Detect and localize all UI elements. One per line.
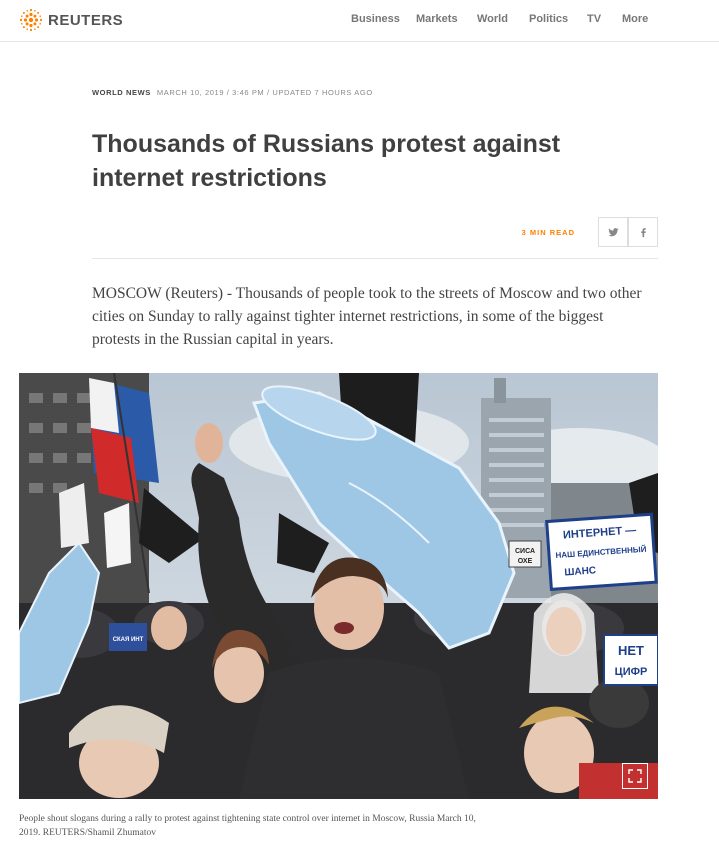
reuters-logo-icon xyxy=(19,8,43,32)
photo-caption: People shout slogans during a rally to p… xyxy=(19,814,476,838)
article-dateline: MARCH 10, 2019 / 3:46 PM / UPDATED 7 HOU… xyxy=(156,88,373,97)
section-link[interactable]: WORLD NEWS xyxy=(92,88,151,97)
sign-right-text-2: ЦИФР xyxy=(615,666,648,678)
nav-business[interactable]: Business xyxy=(351,13,400,25)
nav-politics[interactable]: Politics xyxy=(529,13,568,25)
twitter-icon xyxy=(607,227,619,236)
read-time: 3 MIN READ xyxy=(521,228,575,237)
top-navigation-bar: REUTERS Business Markets World Politics … xyxy=(0,0,719,42)
sign-small-text-3: ОХЕ xyxy=(518,558,533,565)
nav-world[interactable]: World xyxy=(477,13,508,25)
expand-icon xyxy=(628,769,642,783)
sign-text-3: ШАНС xyxy=(564,565,596,578)
sign-small-text-2: СИСА xyxy=(515,548,535,555)
article-photo[interactable]: ИНТЕРНЕТ — НАШ ЕДИНСТВЕННЫЙ ШАНС НЕТ ЦИФ… xyxy=(19,373,658,799)
nav-markets[interactable]: Markets xyxy=(416,13,458,25)
sign-small-text: СКАЯ ИНТ xyxy=(113,637,144,643)
article-lead-paragraph: MOSCOW (Reuters) - Thousands of people t… xyxy=(92,285,642,348)
read-share-row: 3 MIN READ xyxy=(92,216,658,248)
logo-wordmark: REUTERS xyxy=(48,11,124,29)
sign-right-text: НЕТ xyxy=(618,643,644,658)
share-facebook-button[interactable] xyxy=(628,217,658,247)
facebook-icon xyxy=(640,227,646,237)
nav-more[interactable]: More xyxy=(622,13,648,25)
nav-tv[interactable]: TV xyxy=(587,13,601,25)
protest-photo-illustration: ИНТЕРНЕТ — НАШ ЕДИНСТВЕННЫЙ ШАНС НЕТ ЦИФ… xyxy=(19,373,658,799)
article-meta: WORLD NEWS MARCH 10, 2019 / 3:46 PM / UPD… xyxy=(92,88,373,97)
share-twitter-button[interactable] xyxy=(598,217,628,247)
expand-photo-button[interactable] xyxy=(622,763,648,789)
article-title: Thousands of Russians protest against in… xyxy=(92,130,561,192)
reuters-logo[interactable]: REUTERS xyxy=(19,7,123,33)
divider xyxy=(92,258,658,259)
